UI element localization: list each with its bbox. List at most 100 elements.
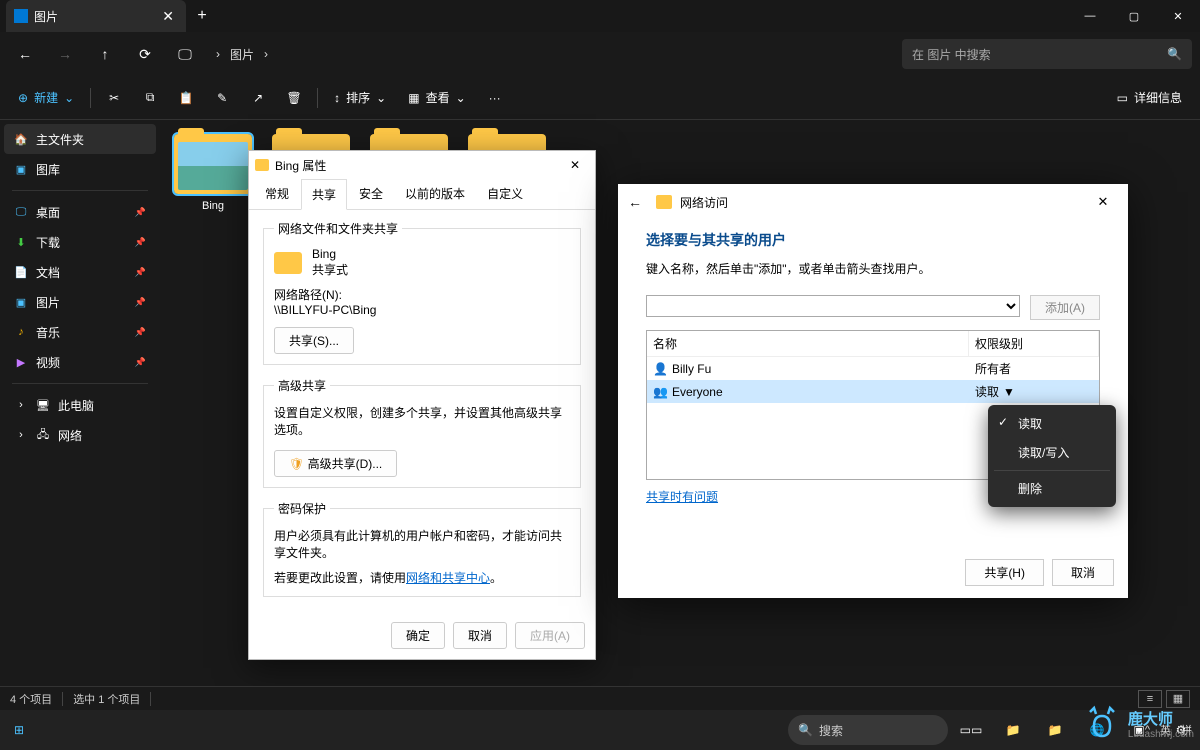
forward-button[interactable]: → bbox=[48, 39, 82, 69]
tab-general[interactable]: 常规 bbox=[255, 179, 299, 209]
col-name[interactable]: 名称 bbox=[647, 331, 969, 356]
properties-dialog: Bing 属性 ✕ 常规 共享 安全 以前的版本 自定义 网络文件和文件夹共享 … bbox=[248, 150, 596, 660]
pin-icon: 📌 bbox=[135, 297, 146, 308]
more-button[interactable]: ··· bbox=[478, 83, 512, 113]
share-button[interactable]: ↗ bbox=[241, 83, 275, 113]
user-row-selected[interactable]: 👥Everyone 读取▼ bbox=[647, 380, 1099, 403]
close-button[interactable]: ✕ bbox=[1156, 0, 1200, 32]
tab-security[interactable]: 安全 bbox=[349, 179, 393, 209]
tab-previous[interactable]: 以前的版本 bbox=[395, 179, 475, 209]
cut-button[interactable]: ✂ bbox=[97, 83, 131, 113]
refresh-button[interactable]: ⟳ bbox=[128, 39, 162, 69]
dialog-titlebar[interactable]: Bing 属性 ✕ bbox=[249, 151, 595, 179]
menu-read[interactable]: 读取 bbox=[988, 409, 1116, 438]
view-button[interactable]: ▦查看⌄ bbox=[398, 83, 475, 113]
toolbar: ⊕新建⌄ ✂ ⧉ 📋 ✎ ↗ 🗑 ↕排序⌄ ▦查看⌄ ··· ▭详细信息 bbox=[0, 76, 1200, 120]
window-tab[interactable]: 图片 ✕ bbox=[6, 0, 186, 32]
menu-readwrite[interactable]: 读取/写入 bbox=[988, 438, 1116, 467]
minimize-button[interactable]: — bbox=[1068, 0, 1112, 32]
share-hint: 键入名称，然后单击"添加"，或者单击箭头查找用户。 bbox=[646, 260, 1100, 277]
user-select[interactable] bbox=[646, 295, 1020, 317]
search-icon: 🔍 bbox=[1167, 47, 1182, 61]
cancel-button[interactable]: 取消 bbox=[1052, 559, 1114, 586]
up-button[interactable]: ↑ bbox=[88, 39, 122, 69]
user-row[interactable]: 👤Billy Fu 所有者 bbox=[647, 357, 1099, 380]
copy-button[interactable]: ⧉ bbox=[133, 83, 167, 113]
music-icon: ♪ bbox=[14, 325, 28, 339]
sidebar-item-pictures[interactable]: ▣图片📌 bbox=[4, 287, 156, 317]
share-confirm-button[interactable]: 共享(H) bbox=[965, 559, 1044, 586]
tab-share[interactable]: 共享 bbox=[301, 179, 347, 210]
menu-remove[interactable]: 删除 bbox=[988, 474, 1116, 503]
sidebar-item-documents[interactable]: 📄文档📌 bbox=[4, 257, 156, 287]
back-button[interactable]: ← bbox=[8, 39, 42, 69]
divider bbox=[12, 190, 148, 191]
new-button[interactable]: ⊕新建⌄ bbox=[8, 83, 84, 113]
tab-close-icon[interactable]: ✕ bbox=[162, 8, 174, 25]
folder-item-bing[interactable]: Bing bbox=[174, 134, 252, 212]
perm-dropdown[interactable]: 读取▼ bbox=[969, 380, 1099, 403]
chevron-down-icon: ⌄ bbox=[64, 91, 74, 105]
sort-icon: ↕ bbox=[334, 91, 340, 105]
sidebar-item-music[interactable]: ♪音乐📌 bbox=[4, 317, 156, 347]
search-box[interactable]: 在 图片 中搜索 🔍 bbox=[902, 39, 1192, 69]
details-icon: ▭ bbox=[1117, 91, 1128, 105]
divider bbox=[90, 88, 91, 108]
back-button[interactable]: ← bbox=[628, 194, 648, 210]
document-icon: 📄 bbox=[14, 265, 28, 279]
selection-count: 选中 1 个项目 bbox=[73, 691, 140, 707]
folder-icon bbox=[656, 195, 672, 209]
breadcrumb-item[interactable]: 图片 bbox=[230, 46, 254, 63]
titlebar: 图片 ✕ + — ▢ ✕ bbox=[0, 0, 1200, 32]
cancel-button[interactable]: 取消 bbox=[453, 622, 507, 649]
add-button[interactable]: 添加(A) bbox=[1030, 295, 1100, 320]
help-link[interactable]: 共享时有问题 bbox=[646, 488, 718, 505]
network-center-link[interactable]: 网络和共享中心 bbox=[406, 571, 490, 585]
pin-icon: 📌 bbox=[135, 207, 146, 218]
video-icon: ▶ bbox=[14, 355, 28, 369]
monitor-icon[interactable]: 🖵 bbox=[168, 39, 202, 69]
sidebar-item-pc[interactable]: ›🖥此电脑 bbox=[4, 390, 156, 420]
rename-button[interactable]: ✎ bbox=[205, 83, 239, 113]
divider bbox=[317, 88, 318, 108]
pin-icon: 📌 bbox=[135, 357, 146, 368]
start-button[interactable]: ⊞ bbox=[0, 714, 38, 746]
sidebar-item-network[interactable]: ›🖧网络 bbox=[4, 420, 156, 450]
breadcrumb[interactable]: › 图片 › bbox=[208, 46, 276, 63]
maximize-button[interactable]: ▢ bbox=[1112, 0, 1156, 32]
paste-button[interactable]: 📋 bbox=[169, 83, 203, 113]
dialog-title: Bing 属性 bbox=[275, 157, 326, 174]
section-title: 高级共享 bbox=[274, 377, 330, 394]
taskbar-search[interactable]: 🔍搜索 bbox=[788, 715, 948, 745]
chevron-down-icon: ⌄ bbox=[456, 91, 466, 105]
details-pane-button[interactable]: ▭详细信息 bbox=[1107, 83, 1192, 113]
chevron-down-icon: ⌄ bbox=[376, 91, 386, 105]
sidebar-item-videos[interactable]: ▶视频📌 bbox=[4, 347, 156, 377]
permission-context-menu: 读取 读取/写入 删除 bbox=[988, 405, 1116, 507]
view-icon: ▦ bbox=[408, 91, 419, 105]
new-tab-button[interactable]: + bbox=[186, 7, 218, 25]
delete-button[interactable]: 🗑 bbox=[277, 83, 311, 113]
task-view-button[interactable]: ▭▭ bbox=[952, 714, 990, 746]
sort-button[interactable]: ↕排序⌄ bbox=[324, 83, 396, 113]
network-path: \\BILLYFU-PC\Bing bbox=[274, 303, 570, 317]
ok-button[interactable]: 确定 bbox=[391, 622, 445, 649]
advanced-share-button[interactable]: 🛡 高级共享(D)... bbox=[274, 450, 397, 477]
sidebar-item-desktop[interactable]: 🖵桌面📌 bbox=[4, 197, 156, 227]
home-icon: 🏠 bbox=[14, 132, 28, 146]
share-button[interactable]: 共享(S)... bbox=[274, 327, 354, 354]
pin-icon: 📌 bbox=[135, 267, 146, 278]
col-perm[interactable]: 权限级别 bbox=[969, 331, 1099, 356]
pictures-icon bbox=[14, 9, 28, 23]
close-icon[interactable]: ✕ bbox=[1088, 194, 1118, 210]
tab-custom[interactable]: 自定义 bbox=[477, 179, 533, 209]
taskbar-app[interactable]: 📁 bbox=[994, 714, 1032, 746]
taskbar-app[interactable]: 📁 bbox=[1036, 714, 1074, 746]
apply-button[interactable]: 应用(A) bbox=[515, 622, 585, 649]
folder-name: Bing bbox=[174, 200, 252, 212]
close-icon[interactable]: ✕ bbox=[561, 158, 589, 172]
section-title: 密码保护 bbox=[274, 500, 330, 517]
sidebar-item-home[interactable]: 🏠主文件夹 bbox=[4, 124, 156, 154]
sidebar-item-downloads[interactable]: ⬇下载📌 bbox=[4, 227, 156, 257]
sidebar-item-gallery[interactable]: ▣图库 bbox=[4, 154, 156, 184]
